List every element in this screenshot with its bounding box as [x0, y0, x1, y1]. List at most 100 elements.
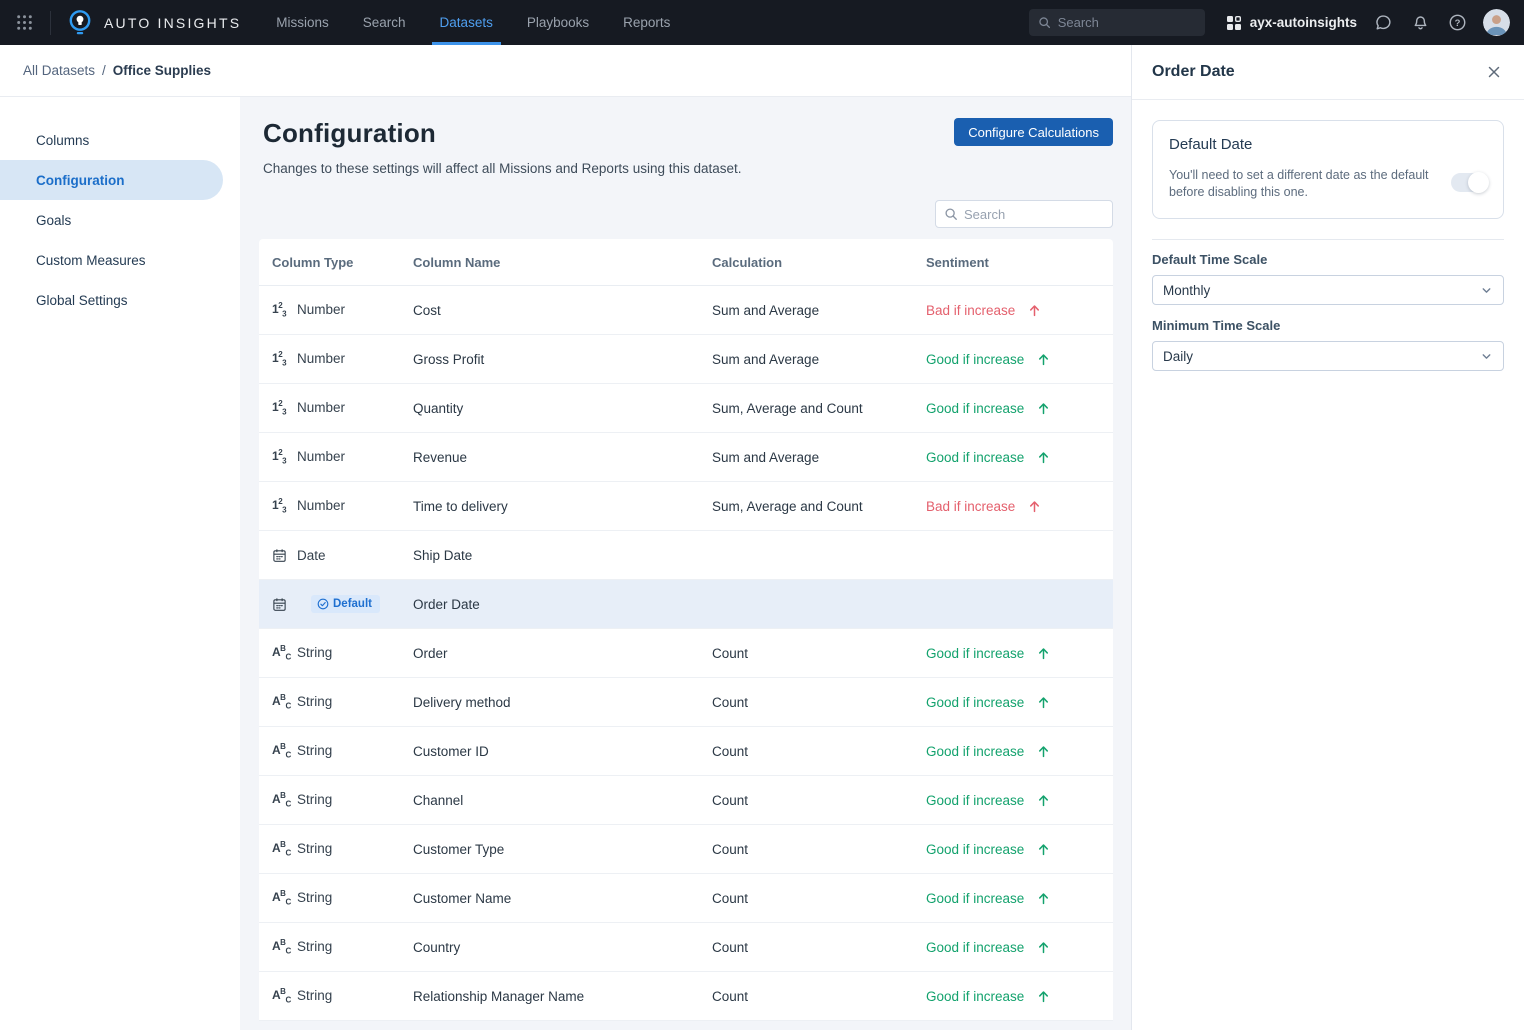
table-search[interactable] [935, 200, 1113, 228]
arrow-up-icon [1027, 303, 1042, 318]
sentiment-value[interactable]: Good if increase [926, 940, 1051, 955]
table-row[interactable]: 123NumberCostSum and AverageBad if incre… [259, 286, 1113, 335]
column-type-cell: ABC String [259, 742, 400, 759]
sentiment-value[interactable]: Bad if increase [926, 303, 1042, 318]
sentiment-value[interactable]: Good if increase [926, 842, 1051, 857]
default-date-toggle[interactable] [1451, 173, 1487, 192]
column-type-label: String [297, 939, 332, 954]
close-icon[interactable] [1484, 62, 1504, 82]
panel-title: Order Date [1152, 63, 1235, 81]
configure-calculations-button[interactable]: Configure Calculations [954, 118, 1113, 146]
sentiment-value[interactable]: Good if increase [926, 646, 1051, 661]
sentiment-value[interactable]: Good if increase [926, 793, 1051, 808]
breadcrumb-separator: / [102, 63, 106, 78]
sentiment-cell: Good if increase [913, 695, 1113, 710]
notifications-bell-icon[interactable] [1409, 12, 1431, 34]
sidebar-item-custom-measures[interactable]: Custom Measures [0, 240, 240, 280]
default-time-scale-label: Default Time Scale [1152, 252, 1504, 267]
column-type-cell: 123Number [259, 497, 400, 514]
nav-reports[interactable]: Reports [620, 0, 673, 45]
column-type-label: String [297, 792, 332, 807]
sentiment-cell: Bad if increase [913, 303, 1113, 318]
global-search-input[interactable] [1058, 15, 1196, 30]
table-row[interactable]: 123NumberTime to deliverySum, Average an… [259, 482, 1113, 531]
default-badge: Default [311, 595, 380, 613]
nav-datasets[interactable]: Datasets [437, 0, 496, 45]
table-row[interactable]: 123NumberQuantitySum, Average and CountG… [259, 384, 1113, 433]
table-row[interactable]: ABCStringRelationship Manager NameCountG… [259, 972, 1113, 1021]
string-type-icon: ABC [272, 938, 289, 955]
nav-missions[interactable]: Missions [273, 0, 332, 45]
column-name-cell: Relationship Manager Name [400, 989, 699, 1004]
sentiment-value[interactable]: Good if increase [926, 989, 1051, 1004]
column-type-cell: Date [259, 548, 400, 563]
sentiment-value[interactable]: Good if increase [926, 401, 1051, 416]
user-avatar[interactable] [1483, 9, 1510, 36]
table-row[interactable]: ABCStringDelivery methodCountGood if inc… [259, 678, 1113, 727]
column-type-cell: 123Number [259, 448, 400, 465]
page-subtitle: Changes to these settings will affect al… [263, 161, 1113, 176]
string-type-icon: ABC [272, 742, 289, 759]
breadcrumb-all-datasets[interactable]: All Datasets [23, 63, 95, 78]
table-search-input[interactable] [964, 207, 1104, 222]
sentiment-cell: Bad if increase [913, 499, 1113, 514]
column-type-label: Number [297, 302, 345, 317]
column-type-label: Number [297, 498, 345, 513]
table-row[interactable]: ABCStringChannelCountGood if increase [259, 776, 1113, 825]
column-type-cell: 123Number [259, 301, 400, 318]
column-type-cell: ABCString [259, 693, 400, 710]
global-search[interactable] [1029, 9, 1205, 36]
header-column-type: Column Type [259, 255, 400, 270]
string-type-icon: ABC [272, 644, 289, 661]
table-row[interactable]: 123NumberGross ProfitSum and AverageGood… [259, 335, 1113, 384]
sentiment-value[interactable]: Good if increase [926, 744, 1051, 759]
chat-icon[interactable] [1372, 12, 1394, 34]
column-type-label: String [297, 694, 332, 709]
table-row[interactable]: DefaultOrder Date [259, 580, 1113, 629]
sentiment-value[interactable]: Good if increase [926, 891, 1051, 906]
topbar-divider [50, 11, 51, 35]
column-type-label: String [297, 988, 332, 1003]
brand[interactable]: AUTO INSIGHTS [67, 9, 241, 36]
nav-search[interactable]: Search [360, 0, 409, 45]
sentiment-value[interactable]: Bad if increase [926, 499, 1042, 514]
default-time-scale-select[interactable]: Monthly [1152, 275, 1504, 305]
string-type-icon: ABC [272, 840, 289, 857]
column-type-label: String [297, 743, 332, 758]
org-switcher[interactable]: ayx-autoinsights [1226, 15, 1357, 31]
table-row[interactable]: ABCStringCustomer IDCountGood if increas… [259, 727, 1113, 776]
sentiment-value[interactable]: Good if increase [926, 352, 1051, 367]
columns-table: Column Type Column Name Calculation Sent… [259, 239, 1113, 1021]
apps-grid-icon[interactable] [12, 11, 36, 35]
minimum-time-scale-select[interactable]: Daily [1152, 341, 1504, 371]
sentiment-cell: Good if increase [913, 891, 1113, 906]
sidebar-item-global-settings[interactable]: Global Settings [0, 280, 240, 320]
panel-divider [1152, 239, 1504, 240]
table-row[interactable]: DateShip Date [259, 531, 1113, 580]
column-type-cell: ABCString [259, 987, 400, 1004]
table-row[interactable]: ABCStringCustomer NameCountGood if incre… [259, 874, 1113, 923]
number-type-icon: 123 [272, 399, 289, 416]
column-type-label: Number [297, 351, 345, 366]
minimum-time-scale-value: Daily [1163, 349, 1193, 364]
order-date-panel: Order Date Default Date You'll need to s… [1131, 45, 1524, 1030]
column-type-label: Number [297, 400, 345, 415]
sidebar-item-goals[interactable]: Goals [0, 200, 240, 240]
table-row[interactable]: ABCStringCountryCountGood if increase [259, 923, 1113, 972]
table-row[interactable]: ABCStringCustomer TypeCountGood if incre… [259, 825, 1113, 874]
calculation-cell: Sum, Average and Count [699, 401, 913, 416]
sentiment-value[interactable]: Good if increase [926, 450, 1051, 465]
help-icon[interactable]: ? [1446, 12, 1468, 34]
arrow-up-icon [1036, 744, 1051, 759]
table-row[interactable]: 123NumberRevenueSum and AverageGood if i… [259, 433, 1113, 482]
date-type-icon [272, 548, 289, 563]
sidebar-item-configuration[interactable]: Configuration [0, 160, 223, 200]
arrow-up-icon [1036, 352, 1051, 367]
nav-playbooks[interactable]: Playbooks [524, 0, 592, 45]
sentiment-cell: Good if increase [913, 450, 1113, 465]
chevron-down-icon [1480, 284, 1493, 297]
sidebar-item-columns[interactable]: Columns [0, 120, 240, 160]
column-type-cell: 123 Number [259, 399, 400, 416]
sentiment-value[interactable]: Good if increase [926, 695, 1051, 710]
table-row[interactable]: ABCStringOrderCountGood if increase [259, 629, 1113, 678]
